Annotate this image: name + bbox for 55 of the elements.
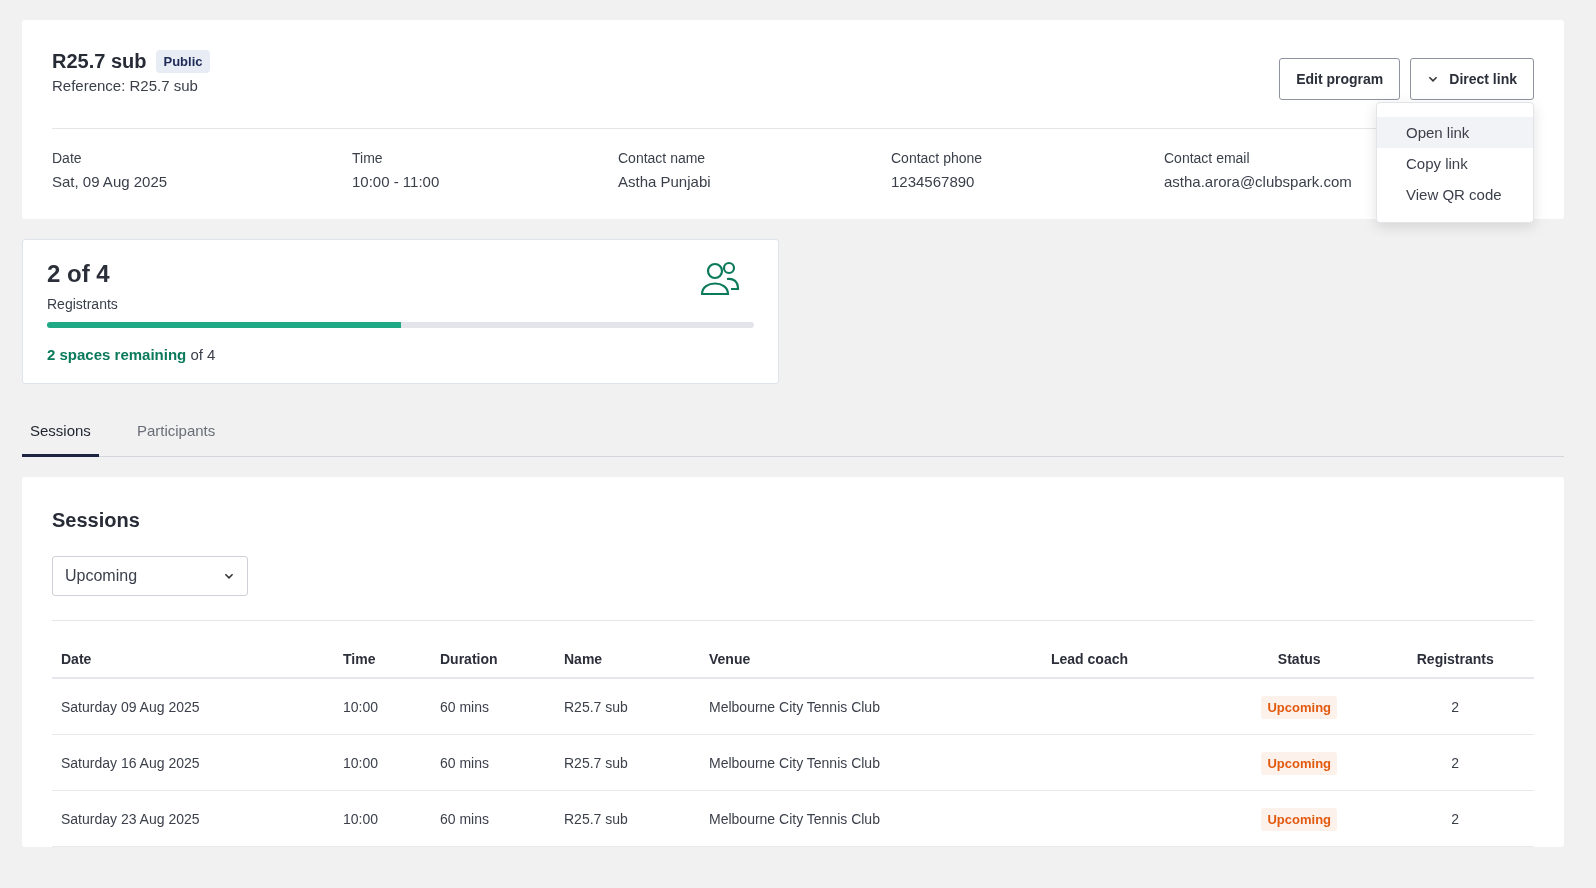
filter-dropdown[interactable]: Upcoming <box>52 556 248 596</box>
table-cell: Saturday 23 Aug 2025 <box>52 790 342 847</box>
table-cell: Melbourne City Tennis Club <box>708 678 1050 735</box>
direct-link-button[interactable]: Direct link <box>1410 58 1534 100</box>
detail-value: 1234567890 <box>891 174 976 189</box>
table-cell: 60 mins <box>439 678 563 735</box>
people-icon <box>700 260 740 296</box>
registrants-label: Registrants <box>47 296 118 312</box>
table-cell: 10:00 <box>342 678 439 735</box>
detail-label: Contact name <box>618 151 707 165</box>
column-header: Venue <box>708 641 1050 678</box>
detail-label: Date <box>52 151 83 165</box>
table-cell: 10:00 <box>342 734 439 791</box>
table-cell: Saturday 09 Aug 2025 <box>52 678 342 735</box>
table-cell: 2 <box>1376 790 1534 847</box>
table-cell: 2 <box>1376 734 1534 791</box>
table-cell: 60 mins <box>439 734 563 791</box>
status-badge: Upcoming <box>1261 695 1338 719</box>
menu-item[interactable]: View QR code <box>1377 179 1533 210</box>
detail-value: Astha Punjabi <box>618 174 712 189</box>
reference-text: Reference: R25.7 sub <box>52 77 199 94</box>
column-header: Duration <box>439 641 563 678</box>
tab[interactable]: Sessions <box>22 412 99 457</box>
detail-value: Sat, 09 Aug 2025 <box>52 174 169 189</box>
edit-button[interactable]: Edit program <box>1279 58 1401 100</box>
detail-value: 10:00 - 11:00 <box>352 174 441 189</box>
sessions-heading: Sessions <box>52 509 141 532</box>
table-cell: 10:00 <box>342 790 439 847</box>
table-cell: Melbourne City Tennis Club <box>708 734 1050 791</box>
menu-item[interactable]: Copy link <box>1377 148 1533 179</box>
table-cell: 2 <box>1376 678 1534 735</box>
visibility-badge: Public <box>156 50 210 73</box>
registrant-count: 2 of 4 <box>47 260 111 288</box>
detail-label: Contact phone <box>891 151 984 165</box>
program-title: R25.7 sub <box>52 50 147 73</box>
table-cell: R25.7 sub <box>563 678 708 735</box>
table-cell: Saturday 16 Aug 2025 <box>52 734 342 791</box>
table-cell: 60 mins <box>439 790 563 847</box>
column-header: Name <box>563 641 708 678</box>
detail-label: Time <box>352 151 384 165</box>
detail-value: astha.arora@clubspark.com <box>1164 174 1352 189</box>
table-cell: R25.7 sub <box>563 734 708 791</box>
column-header: Lead coach <box>1050 641 1222 678</box>
status-badge: Upcoming <box>1261 751 1338 775</box>
tab[interactable]: Participants <box>128 412 224 457</box>
detail-label: Contact email <box>1164 151 1251 165</box>
table-cell: Melbourne City Tennis Club <box>708 790 1050 847</box>
column-header: Status <box>1222 641 1377 678</box>
column-header: Date <box>52 641 342 678</box>
status-badge: Upcoming <box>1261 807 1338 831</box>
column-header: Registrants <box>1376 641 1534 678</box>
column-header: Time <box>342 641 439 678</box>
table-cell: R25.7 sub <box>563 790 708 847</box>
menu-item[interactable]: Open link <box>1377 117 1533 148</box>
spaces-remaining-text: 2 spaces remaining of 4 <box>47 346 217 363</box>
